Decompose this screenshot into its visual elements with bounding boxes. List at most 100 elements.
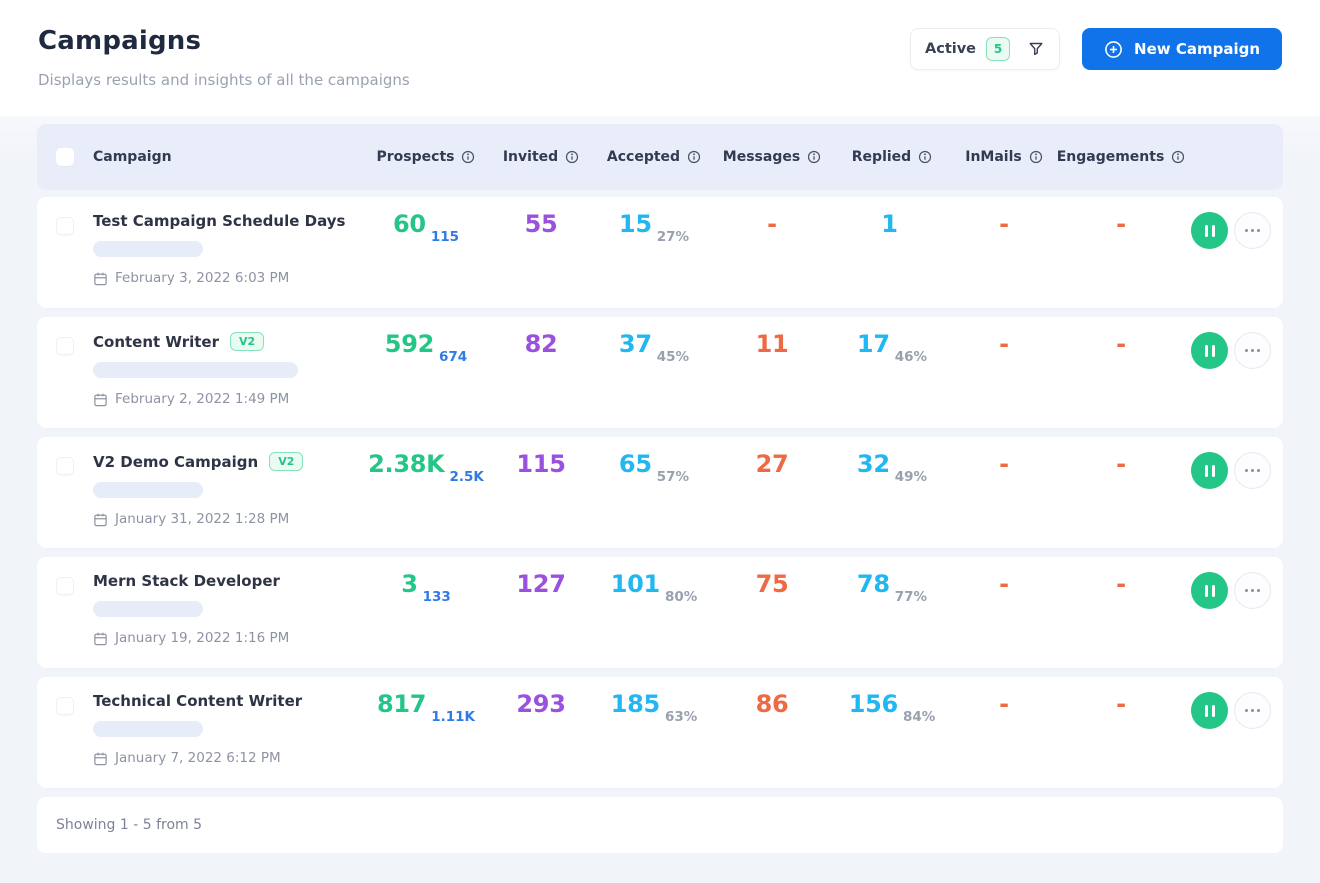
replied-value: 156 — [848, 690, 899, 718]
table-row: Technical Content Writer January 7, 2022… — [37, 677, 1283, 788]
table-row: Content Writer V2 February 2, 2022 1:49 … — [37, 317, 1283, 428]
column-header-messages: Messages — [713, 124, 831, 190]
row-checkbox[interactable] — [56, 697, 74, 715]
campaigns-page: Campaigns Displays results and insights … — [0, 0, 1320, 883]
table-body: Test Campaign Schedule Days February 3, … — [37, 197, 1283, 788]
row-checkbox[interactable] — [56, 217, 74, 235]
messages-value: - — [767, 210, 777, 238]
campaign-date-text: February 2, 2022 1:49 PM — [115, 391, 290, 408]
table-header: Campaign Prospects Invited Accepted Mess… — [37, 124, 1283, 190]
row-menu-button[interactable] — [1234, 692, 1271, 729]
row-checkbox[interactable] — [56, 577, 74, 595]
replied-value: 78 — [856, 570, 890, 598]
row-checkbox[interactable] — [56, 457, 74, 475]
campaign-version-badge: V2 — [269, 452, 304, 472]
new-campaign-button[interactable]: New Campaign — [1082, 28, 1282, 70]
inmails-cell: - — [953, 677, 1055, 788]
select-all-checkbox[interactable] — [56, 148, 74, 166]
engagements-cell: - — [1055, 677, 1187, 788]
pause-campaign-button[interactable] — [1191, 452, 1228, 489]
row-menu-button[interactable] — [1234, 332, 1271, 369]
messages-cell: 11 — [713, 317, 831, 428]
pause-icon — [1204, 464, 1208, 477]
prospects-total: 2.5K — [449, 469, 484, 485]
accepted-rate: 57% — [656, 469, 690, 485]
column-header-accepted: Accepted — [595, 124, 713, 190]
replied-rate: 84% — [902, 709, 936, 725]
pause-campaign-button[interactable] — [1191, 572, 1228, 609]
messages-value: 11 — [755, 330, 789, 358]
replied-rate: 49% — [894, 469, 928, 485]
engagements-value: - — [1116, 690, 1126, 718]
page-header: Campaigns Displays results and insights … — [0, 0, 1320, 89]
engagements-value: - — [1116, 570, 1126, 598]
accepted-rate: 45% — [656, 349, 690, 365]
campaign-name[interactable]: Technical Content Writer — [93, 692, 302, 710]
prospects-cell: 2.38K 2.5K — [365, 437, 487, 548]
row-menu-button[interactable] — [1234, 572, 1271, 609]
engagements-cell: - — [1055, 437, 1187, 548]
info-icon[interactable] — [1029, 150, 1043, 164]
campaign-name[interactable]: Test Campaign Schedule Days — [93, 212, 345, 230]
toolbar: Active 5 New Campaign — [910, 28, 1282, 70]
redacted-text-placeholder — [93, 362, 298, 379]
campaign-cell: V2 Demo Campaign V2 January 31, 2022 1:2… — [93, 437, 365, 548]
page-subtitle: Displays results and insights of all the… — [38, 71, 410, 89]
calendar-icon — [93, 512, 108, 527]
ellipsis-icon — [1245, 589, 1248, 592]
pause-icon — [1204, 224, 1208, 237]
campaign-date-text: January 19, 2022 1:16 PM — [115, 630, 290, 646]
prospects-value: 3 — [401, 570, 418, 598]
table-row: Test Campaign Schedule Days February 3, … — [37, 197, 1283, 308]
column-header-engagements: Engagements — [1055, 124, 1187, 190]
filter-count-badge: 5 — [986, 37, 1011, 61]
invited-cell: 293 — [487, 677, 595, 788]
redacted-text-placeholder — [93, 482, 203, 499]
table-row: Mern Stack Developer January 19, 2022 1:… — [37, 557, 1283, 668]
invited-value: 82 — [524, 330, 558, 358]
pause-campaign-button[interactable] — [1191, 692, 1228, 729]
pause-campaign-button[interactable] — [1191, 212, 1228, 249]
invited-cell: 127 — [487, 557, 595, 668]
invited-value: 55 — [524, 210, 558, 238]
invited-cell: 82 — [487, 317, 595, 428]
engagements-value: - — [1116, 210, 1126, 238]
prospects-total: 674 — [439, 349, 468, 365]
status-filter[interactable]: Active 5 — [910, 28, 1061, 70]
column-header-campaign: Campaign — [93, 149, 172, 165]
info-icon[interactable] — [565, 150, 579, 164]
info-icon[interactable] — [1171, 150, 1185, 164]
row-checkbox[interactable] — [56, 337, 74, 355]
table-zone: Campaign Prospects Invited Accepted Mess… — [0, 116, 1320, 883]
prospects-total: 1.11K — [431, 709, 475, 725]
pause-icon — [1204, 344, 1208, 357]
info-icon[interactable] — [807, 150, 821, 164]
campaign-name[interactable]: Mern Stack Developer — [93, 572, 280, 590]
invited-value: 293 — [516, 690, 566, 718]
redacted-text-placeholder — [93, 721, 203, 737]
inmails-value: - — [999, 210, 1009, 238]
inmails-value: - — [999, 690, 1009, 718]
messages-cell: 86 — [713, 677, 831, 788]
replied-cell: 156 84% — [831, 677, 953, 788]
info-icon[interactable] — [687, 150, 701, 164]
row-menu-button[interactable] — [1234, 452, 1271, 489]
engagements-cell: - — [1055, 317, 1187, 428]
pause-campaign-button[interactable] — [1191, 332, 1228, 369]
replied-cell: 32 49% — [831, 437, 953, 548]
calendar-icon — [93, 271, 108, 286]
campaign-name[interactable]: Content Writer — [93, 333, 219, 351]
info-icon[interactable] — [918, 150, 932, 164]
row-actions — [1187, 557, 1283, 668]
accepted-cell: 15 27% — [595, 197, 713, 308]
replied-value: 1 — [881, 210, 898, 238]
accepted-value: 185 — [610, 690, 661, 718]
column-header-replied: Replied — [831, 124, 953, 190]
info-icon[interactable] — [461, 150, 475, 164]
accepted-value: 15 — [618, 210, 652, 238]
row-menu-button[interactable] — [1234, 212, 1271, 249]
campaign-name[interactable]: V2 Demo Campaign — [93, 453, 258, 471]
column-header-inmails: InMails — [953, 124, 1055, 190]
accepted-cell: 101 80% — [595, 557, 713, 668]
replied-value: 17 — [856, 330, 890, 358]
